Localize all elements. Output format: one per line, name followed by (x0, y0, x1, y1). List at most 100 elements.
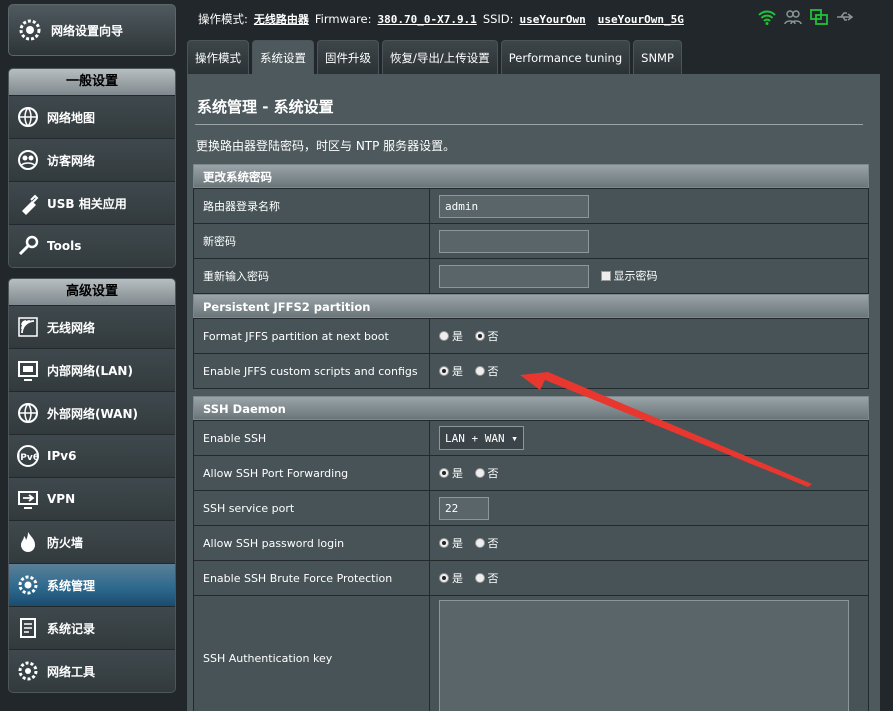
ssid-5g-link[interactable]: useYourOwn_5G (598, 13, 684, 26)
wrench-icon (15, 233, 41, 259)
sidebar-item-network-map[interactable]: 网络地图 (9, 95, 175, 138)
enable-ssh-value: LAN + WAN (445, 431, 505, 445)
page-description: 更换路由器登陆密码，时区与 NTP 服务器设置。 (196, 139, 456, 153)
wizard-label: 网络设置向导 (51, 23, 124, 38)
lan-icon (15, 357, 41, 383)
change-password-section: 更改系统密码 路由器登录名称 新密码 重新输入密码 显示密码 (193, 164, 869, 294)
tab-bar: 操作模式 系统设置 固件升级 恢复/导出/上传设置 Performance tu… (187, 40, 682, 74)
jffs-scripts-yes-radio[interactable]: 是 (439, 363, 463, 379)
sidebar-item-label: USB 相关应用 (47, 196, 127, 211)
jffs-format-no-radio[interactable]: 否 (474, 328, 499, 344)
table-row: SSH service port (193, 490, 869, 526)
retype-password-input[interactable] (439, 264, 589, 288)
sidebar-item-label: 无线网络 (47, 320, 96, 335)
globe-icon (15, 104, 41, 130)
sidebar-item-label: 访客网络 (47, 153, 96, 168)
sidebar-item-tools[interactable]: Tools (9, 224, 175, 267)
show-password-checkbox[interactable] (600, 271, 611, 281)
ssh-password-login-no-radio[interactable]: 否 (474, 535, 499, 551)
operation-mode-link[interactable]: 无线路由器 (254, 11, 309, 27)
sidebar-item-wireless[interactable]: 无线网络 (9, 305, 175, 348)
sidebar-item-label: 系统管理 (47, 578, 96, 593)
login-name-input[interactable] (439, 194, 589, 218)
new-password-input[interactable] (439, 229, 589, 253)
ssid-2g-link[interactable]: useYourOwn (520, 13, 586, 26)
svg-text:IPv6: IPv6 (17, 453, 39, 463)
ssh-brute-force-label: Enable SSH Brute Force Protection (193, 560, 430, 596)
clients-icon[interactable] (784, 9, 802, 28)
wifi-status-icon[interactable] (758, 9, 776, 28)
tab-restore-save-upload[interactable]: 恢复/导出/上传设置 (382, 40, 498, 74)
sidebar-item-label: 外部网络(WAN) (47, 406, 138, 421)
ssh-forwarding-label: Allow SSH Port Forwarding (193, 455, 430, 491)
enable-ssh-select[interactable]: LAN + WAN ▾ (439, 426, 524, 450)
sidebar-item-system-log[interactable]: 系统记录 (9, 606, 175, 649)
table-row: Enable SSH LAN + WAN ▾ (193, 420, 869, 456)
general-settings-header: 一般设置 (9, 69, 175, 95)
change-password-header: 更改系统密码 (193, 164, 869, 188)
sidebar-item-label: 防火墙 (47, 535, 84, 550)
wizard-gear-icon (17, 17, 43, 43)
sidebar-item-ipv6[interactable]: IPv6 IPv6 (9, 434, 175, 477)
guest-network-icon (15, 147, 41, 173)
tab-performance-tuning[interactable]: Performance tuning (500, 40, 631, 74)
sidebar-item-label: IPv6 (47, 449, 77, 463)
tab-snmp[interactable]: SNMP (633, 40, 682, 74)
sidebar-item-label: 内部网络(LAN) (47, 363, 133, 378)
tab-firmware-upgrade[interactable]: 固件升级 (317, 40, 379, 74)
firmware-link[interactable]: 380.70_0-X7.9.1 (377, 13, 476, 26)
table-row: Allow SSH Port Forwarding 是 否 (193, 455, 869, 491)
network-link-icon[interactable] (810, 9, 828, 28)
table-row: Enable SSH Brute Force Protection 是 否 (193, 560, 869, 596)
ssh-port-input[interactable] (439, 496, 489, 520)
ssh-brute-force-yes-radio[interactable]: 是 (439, 570, 463, 586)
sidebar-item-guest-network[interactable]: 访客网络 (9, 138, 175, 181)
sidebar-item-label: 系统记录 (47, 621, 96, 636)
jffs-format-yes-radio[interactable]: 是 (439, 328, 463, 344)
ssh-forwarding-no-radio[interactable]: 否 (474, 465, 499, 481)
table-row: Format JFFS partition at next boot 是 否 (193, 318, 869, 354)
jffs-table: Format JFFS partition at next boot 是 否 E… (193, 318, 869, 389)
jffs-section: Persistent JFFS2 partition Format JFFS p… (193, 294, 869, 389)
sidebar-item-vpn[interactable]: VPN (9, 477, 175, 520)
sidebar-item-firewall[interactable]: 防火墙 (9, 520, 175, 563)
jffs-format-label: Format JFFS partition at next boot (193, 318, 430, 354)
chevron-down-icon: ▾ (511, 431, 518, 445)
admin-gear-icon (15, 572, 41, 598)
sidebar-item-label: Tools (47, 239, 82, 253)
login-name-label: 路由器登录名称 (193, 188, 430, 224)
enable-ssh-label: Enable SSH (193, 420, 430, 456)
usb-status-icon[interactable] (836, 9, 854, 28)
status-icons (758, 9, 854, 28)
sidebar-item-lan[interactable]: 内部网络(LAN) (9, 348, 175, 391)
sidebar: 网络设置向导 一般设置 网络地图 访客网络 USB 相关应用 Tools 高级设… (0, 0, 183, 711)
ssh-brute-force-no-radio[interactable]: 否 (474, 570, 499, 586)
ssh-forwarding-yes-radio[interactable]: 是 (439, 465, 463, 481)
firmware-key: Firmware: (314, 12, 372, 26)
advanced-settings-header: 高级设置 (9, 279, 175, 305)
ssh-auth-key-textarea[interactable] (439, 600, 849, 711)
ssh-password-login-yes-radio[interactable]: 是 (439, 535, 463, 551)
table-row: 重新输入密码 显示密码 (193, 258, 869, 294)
sidebar-item-network-tools[interactable]: 网络工具 (9, 649, 175, 692)
jffs-scripts-label: Enable JFFS custom scripts and configs (193, 353, 430, 389)
operation-mode-key: 操作模式: (198, 12, 248, 26)
new-password-label: 新密码 (193, 223, 430, 259)
firewall-icon (15, 529, 41, 555)
network-setup-wizard-button[interactable]: 网络设置向导 (8, 4, 176, 56)
wan-globe-icon (15, 400, 41, 426)
sidebar-item-administration[interactable]: 系统管理 (9, 563, 175, 606)
sidebar-item-wan[interactable]: 外部网络(WAN) (9, 391, 175, 434)
jffs-scripts-no-radio[interactable]: 否 (474, 363, 499, 379)
log-icon (15, 615, 41, 641)
sidebar-item-label: 网络地图 (47, 110, 96, 125)
table-row: Allow SSH password login 是 否 (193, 525, 869, 561)
usb-icon (15, 190, 41, 216)
change-password-table: 路由器登录名称 新密码 重新输入密码 显示密码 (193, 188, 869, 294)
tab-operation-mode[interactable]: 操作模式 (187, 40, 249, 74)
sidebar-item-usb-apps[interactable]: USB 相关应用 (9, 181, 175, 224)
jffs-header: Persistent JFFS2 partition (193, 294, 869, 318)
tab-system-settings[interactable]: 系统设置 (252, 40, 314, 74)
ipv6-icon: IPv6 (15, 443, 41, 469)
ssh-port-label: SSH service port (193, 490, 430, 526)
